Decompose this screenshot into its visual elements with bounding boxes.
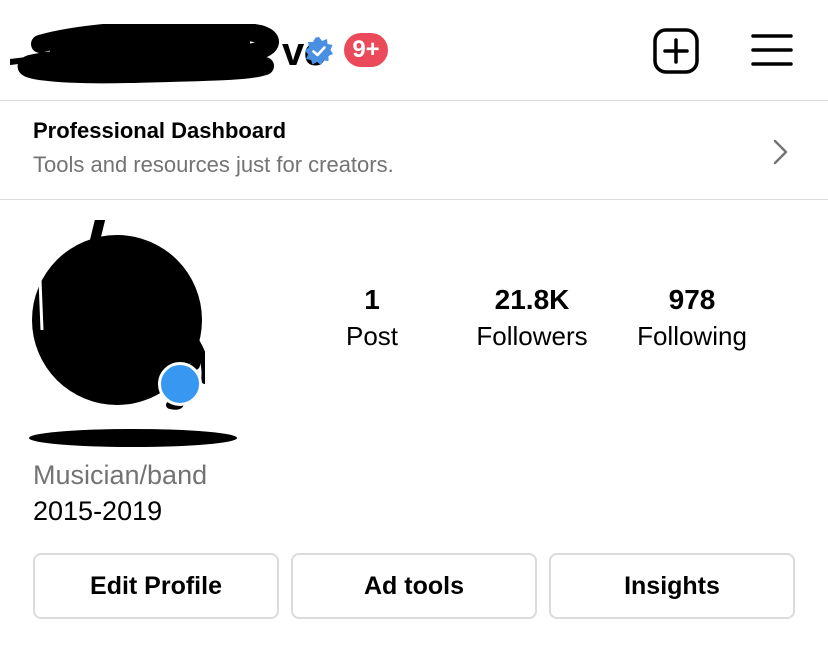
- divider: [0, 199, 828, 200]
- edit-profile-button[interactable]: Edit Profile: [33, 553, 279, 619]
- stat-label: Following: [637, 321, 747, 351]
- verified-badge-icon: [305, 37, 333, 65]
- profile-bio: 2015-2019: [33, 496, 163, 526]
- stat-label: Post: [345, 321, 399, 351]
- stat-label: Followers: [476, 321, 588, 351]
- chevron-right-icon: [773, 139, 788, 165]
- stat-value: 978: [668, 284, 716, 315]
- stat-value: 1: [364, 284, 380, 315]
- stat-posts[interactable]: 1 Post: [320, 282, 424, 354]
- ad-tools-button[interactable]: Ad tools: [291, 553, 537, 619]
- dashboard-title: Professional Dashboard: [33, 118, 287, 143]
- add-story-button[interactable]: [158, 362, 202, 406]
- hamburger-menu-icon[interactable]: [750, 30, 794, 70]
- stat-following[interactable]: 978 Following: [624, 282, 760, 354]
- profile-stats: 1 Post 21.8K Followers 978 Following: [320, 282, 780, 362]
- insights-button[interactable]: Insights: [549, 553, 795, 619]
- username-redaction-scribble: [10, 23, 280, 83]
- display-name-redacted: [29, 429, 237, 447]
- stat-followers[interactable]: 21.8K Followers: [466, 282, 598, 354]
- plus-square-icon[interactable]: [652, 27, 700, 75]
- top-bar: tsxxxxxxxxxxve 9+: [0, 0, 828, 100]
- username-switcher[interactable]: tsxxxxxxxxxxve: [10, 22, 326, 83]
- profile-category: Musician/band: [33, 460, 208, 490]
- username: tsxxxxxxxxxxve: [10, 23, 326, 83]
- professional-dashboard-row[interactable]: Professional Dashboard Tools and resourc…: [0, 101, 828, 199]
- stat-value: 21.8K: [494, 284, 570, 315]
- notification-badge[interactable]: 9+: [344, 33, 388, 67]
- dashboard-subtitle: Tools and resources just for creators.: [33, 152, 394, 177]
